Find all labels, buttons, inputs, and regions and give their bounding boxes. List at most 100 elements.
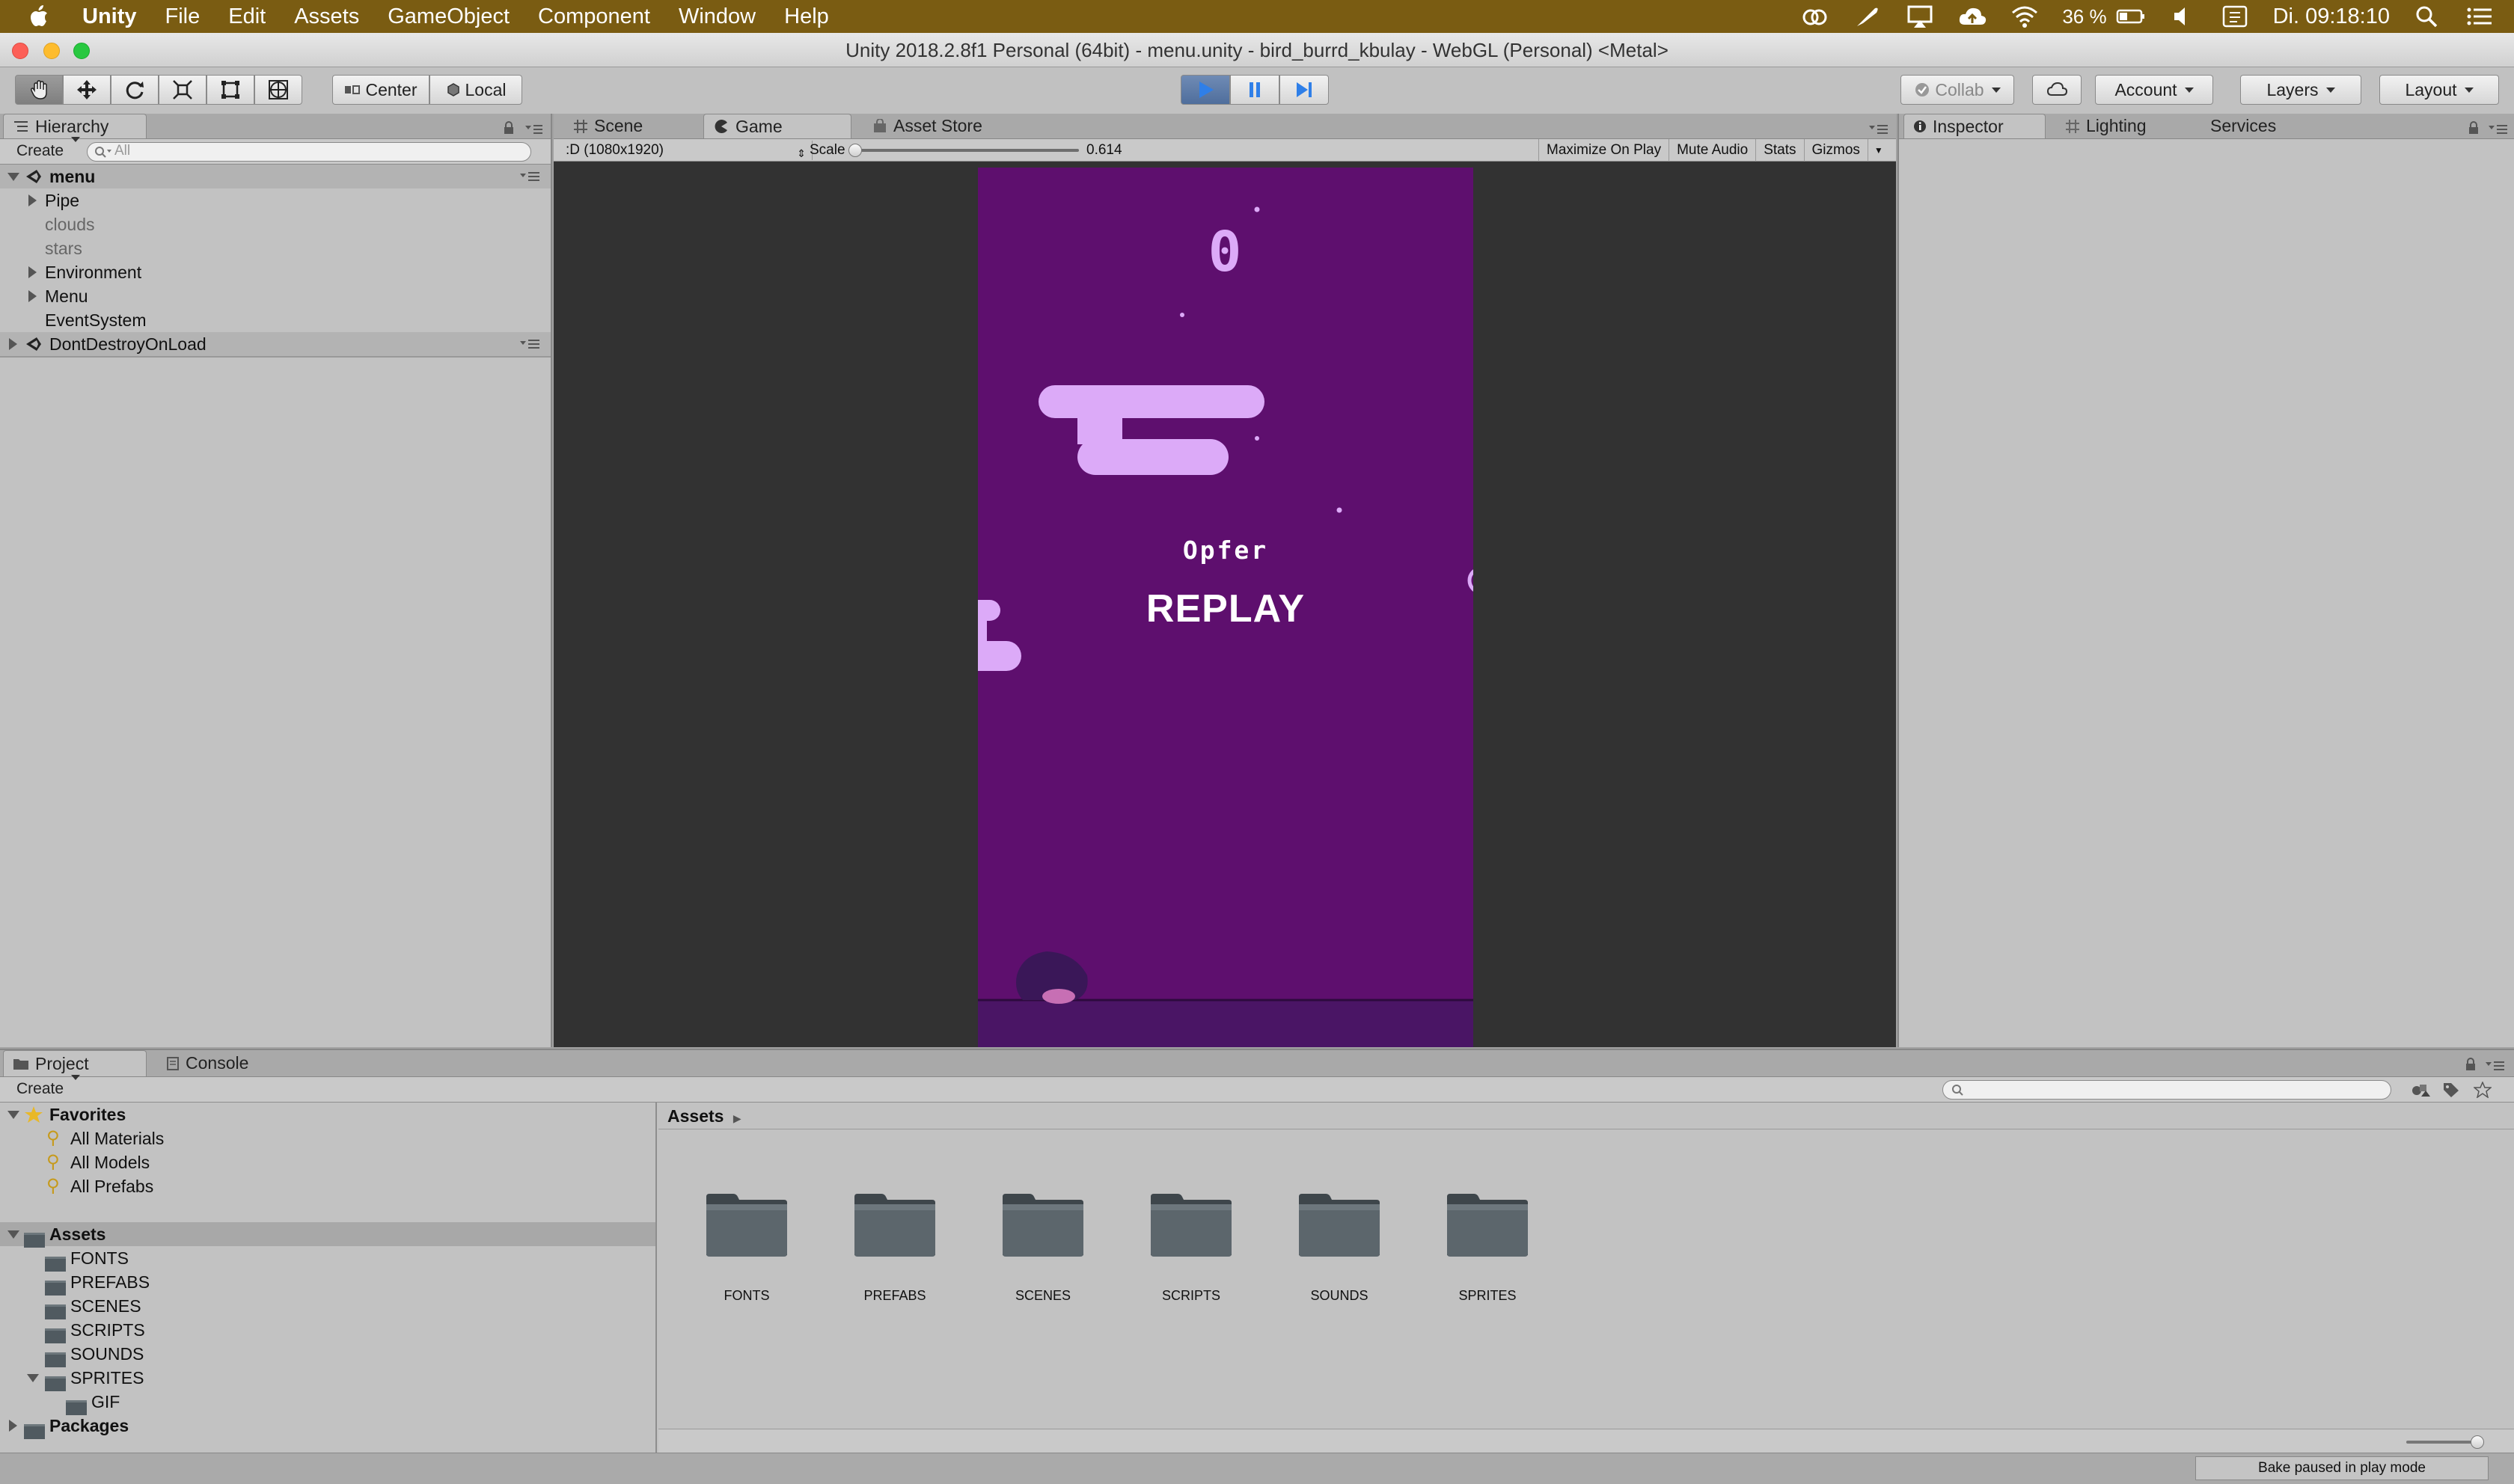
battery-icon[interactable] <box>2116 4 2146 29</box>
play-button[interactable] <box>1181 75 1230 105</box>
tree-folder-scripts[interactable]: SCRIPTS <box>0 1318 655 1343</box>
cloud-services-button[interactable] <box>2032 75 2082 105</box>
feather-icon[interactable] <box>1853 4 1883 29</box>
filter-by-type-icon[interactable] <box>2411 1082 2430 1098</box>
menu-edit[interactable]: Edit <box>228 4 266 29</box>
expand-arrow-icon[interactable] <box>28 266 37 278</box>
asset-folder-scripts[interactable] <box>1148 1189 1235 1258</box>
tree-assets[interactable]: Assets <box>0 1222 655 1248</box>
tab-console[interactable]: Console <box>157 1050 292 1076</box>
menu-component[interactable]: Component <box>538 4 650 29</box>
project-create-dropdown[interactable]: Create <box>16 1080 80 1098</box>
panel-menu-icon[interactable] <box>1868 123 1888 135</box>
hierarchy-item-pipe[interactable]: Pipe <box>0 188 551 212</box>
gizmos-dropdown-arrow-icon[interactable]: ▼ <box>1867 139 1889 162</box>
tree-folder-fonts[interactable]: FONTS <box>0 1246 655 1272</box>
account-dropdown[interactable]: Account <box>2095 75 2213 105</box>
scene-menu-icon[interactable] <box>519 171 540 182</box>
expand-arrow-icon[interactable] <box>9 1420 17 1432</box>
tree-folder-sounds[interactable]: SOUNDS <box>0 1342 655 1367</box>
panel-menu-icon[interactable] <box>524 123 543 135</box>
tab-asset-store[interactable]: Asset Store <box>863 114 1028 138</box>
asset-folder-scenes[interactable] <box>1000 1189 1086 1258</box>
layout-dropdown[interactable]: Layout <box>2379 75 2499 105</box>
stats-toggle[interactable]: Stats <box>1755 139 1803 162</box>
filter-by-label-icon[interactable] <box>2442 1082 2460 1098</box>
tree-folder-sprites[interactable]: SPRITES <box>0 1366 655 1391</box>
expand-arrow-icon[interactable] <box>27 1374 39 1382</box>
asset-folder-fonts[interactable] <box>703 1189 790 1258</box>
rotate-tool-button[interactable] <box>111 75 159 105</box>
menu-unity[interactable]: Unity <box>82 4 137 29</box>
space-local-button[interactable]: Local <box>429 75 522 105</box>
hierarchy-item-clouds[interactable]: clouds <box>0 212 551 236</box>
layers-dropdown[interactable]: Layers <box>2240 75 2361 105</box>
scene-row-menu[interactable]: menu <box>0 165 551 188</box>
breadcrumb-assets[interactable]: Assets <box>667 1106 724 1126</box>
icon-size-knob[interactable] <box>2471 1435 2484 1449</box>
tab-project[interactable]: Project <box>3 1050 147 1076</box>
expand-arrow-icon[interactable] <box>9 338 17 350</box>
resolution-dropdown[interactable]: :D (1080x1920) ⇕ <box>566 141 813 160</box>
tab-inspector[interactable]: Inspector <box>1903 114 2046 138</box>
scale-tool-button[interactable] <box>159 75 207 105</box>
project-search-input[interactable] <box>1942 1080 2391 1100</box>
tab-lighting[interactable]: Lighting <box>2056 114 2183 138</box>
expand-arrow-icon[interactable] <box>7 1111 19 1119</box>
tree-folder-scenes[interactable]: SCENES <box>0 1294 655 1319</box>
scene-row-dontdestroyonload[interactable]: DontDestroyOnLoad <box>0 332 551 356</box>
panel-menu-icon[interactable] <box>2487 123 2508 135</box>
input-source-icon[interactable] <box>2221 4 2251 29</box>
scene-menu-icon[interactable] <box>519 339 540 349</box>
pivot-center-button[interactable]: Center <box>332 75 429 105</box>
favorite-star-icon[interactable] <box>2474 1082 2492 1098</box>
hand-tool-button[interactable] <box>15 75 63 105</box>
expand-arrow-icon[interactable] <box>28 290 37 302</box>
menubar-clock[interactable]: Di. 09:18:10 <box>2273 4 2390 29</box>
minimize-window-button[interactable] <box>43 43 60 59</box>
tab-hierarchy[interactable]: Hierarchy <box>3 114 147 138</box>
menu-file[interactable]: File <box>165 4 201 29</box>
tab-scene[interactable]: Scene <box>564 114 691 138</box>
hierarchy-item-eventsystem[interactable]: EventSystem <box>0 308 551 332</box>
tab-services[interactable]: Services <box>2201 114 2328 138</box>
tree-favorite-all-models[interactable]: ⚲ All Models <box>0 1150 655 1174</box>
lock-icon[interactable] <box>2468 121 2480 135</box>
transform-tool-button[interactable] <box>254 75 302 105</box>
notification-center-icon[interactable] <box>2465 4 2495 29</box>
hierarchy-item-menu[interactable]: Menu <box>0 284 551 308</box>
collab-dropdown[interactable]: Collab <box>1900 75 2014 105</box>
asset-folder-sprites[interactable] <box>1444 1189 1531 1258</box>
spotlight-search-icon[interactable] <box>2412 4 2442 29</box>
airplay-icon[interactable] <box>1905 4 1935 29</box>
maximize-on-play-toggle[interactable]: Maximize On Play <box>1538 139 1669 162</box>
hierarchy-item-environment[interactable]: Environment <box>0 260 551 284</box>
tab-game[interactable]: Game <box>703 114 851 138</box>
replay-button[interactable]: REPLAY <box>978 586 1473 631</box>
game-canvas[interactable]: 0 Opfer REPLAY <box>978 168 1473 1047</box>
menu-window[interactable]: Window <box>679 4 756 29</box>
tree-favorites[interactable]: Favorites <box>0 1103 655 1126</box>
zoom-window-button[interactable] <box>73 43 90 59</box>
hierarchy-search-input[interactable]: All <box>87 142 531 162</box>
apple-logo-icon[interactable] <box>27 3 54 30</box>
step-button[interactable] <box>1279 75 1329 105</box>
panel-menu-icon[interactable] <box>2484 1059 2505 1071</box>
tree-packages[interactable]: Packages <box>0 1414 655 1439</box>
close-window-button[interactable] <box>12 43 28 59</box>
scale-slider[interactable] <box>848 144 1079 157</box>
rect-tool-button[interactable] <box>207 75 254 105</box>
menu-help[interactable]: Help <box>784 4 829 29</box>
tree-favorite-all-prefabs[interactable]: ⚲ All Prefabs <box>0 1174 655 1198</box>
lock-icon[interactable] <box>503 121 515 135</box>
scale-slider-knob[interactable] <box>848 144 862 157</box>
tree-folder-prefabs[interactable]: PREFABS <box>0 1270 655 1296</box>
tree-folder-gif[interactable]: GIF <box>0 1390 655 1415</box>
gizmos-toggle[interactable]: Gizmos <box>1803 139 1868 162</box>
expand-arrow-icon[interactable] <box>28 194 37 206</box>
expand-arrow-icon[interactable] <box>7 173 19 181</box>
tree-favorite-all-materials[interactable]: ⚲ All Materials <box>0 1126 655 1150</box>
move-tool-button[interactable] <box>63 75 111 105</box>
cloud-upload-icon[interactable] <box>1957 4 1987 29</box>
hierarchy-item-stars[interactable]: stars <box>0 236 551 260</box>
